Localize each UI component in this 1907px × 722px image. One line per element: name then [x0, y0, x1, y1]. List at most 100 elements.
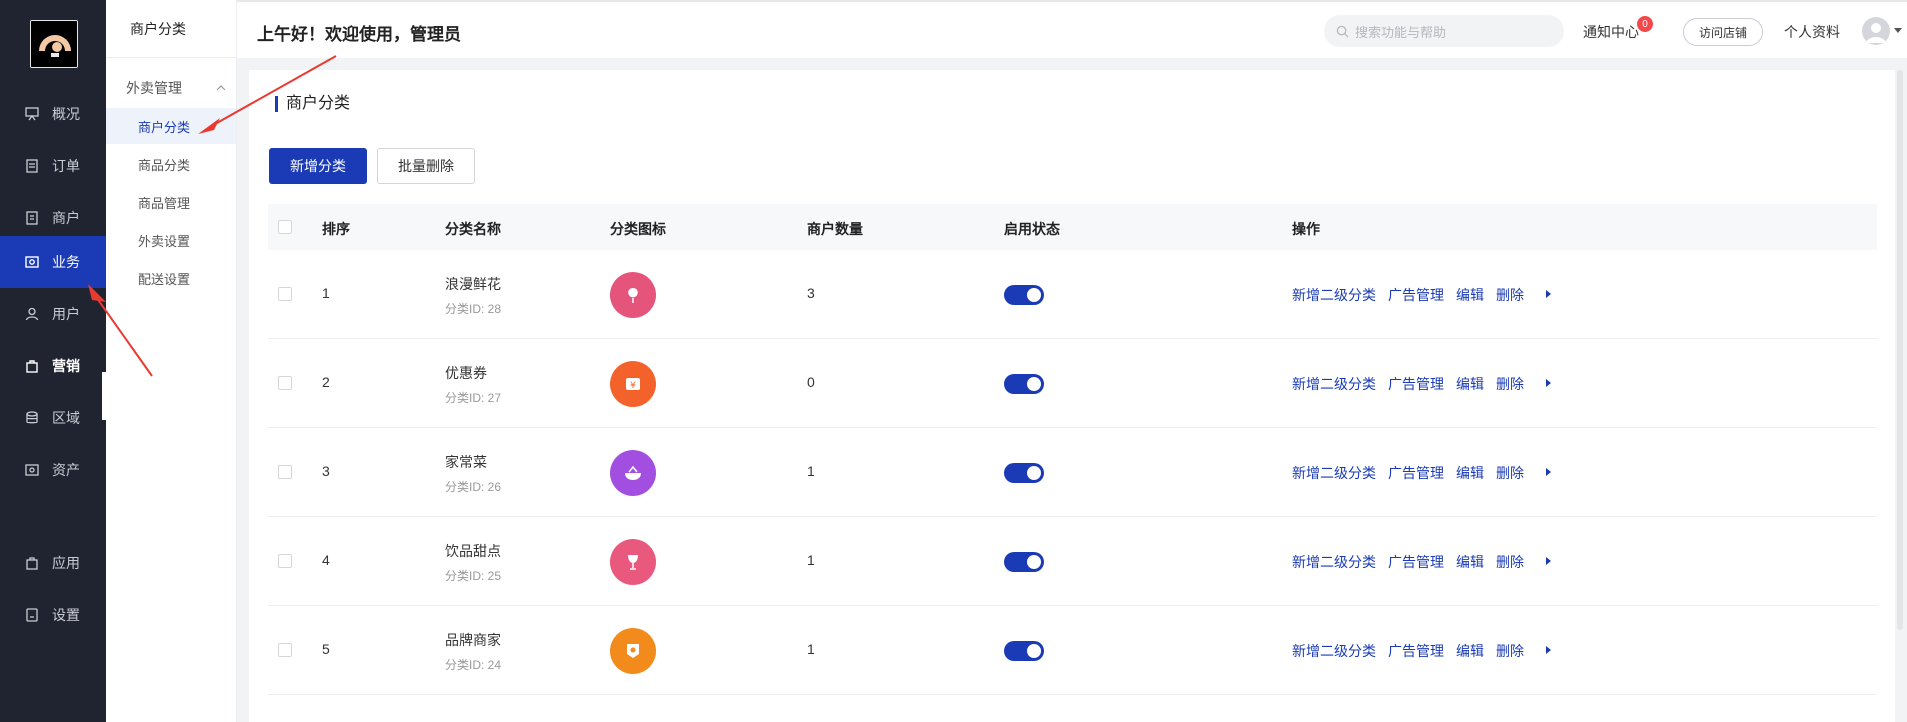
expand-arrow-icon[interactable] [1546, 290, 1551, 298]
document-icon [24, 158, 40, 174]
add-subcategory-link[interactable]: 新增二级分类 [1292, 374, 1376, 394]
delete-link[interactable]: 删除 [1496, 641, 1524, 661]
row-actions: 新增二级分类 广告管理 编辑 删除 [1292, 641, 1536, 661]
add-subcategory-link[interactable]: 新增二级分类 [1292, 552, 1376, 572]
nav-item-3[interactable]: 业务 [0, 236, 106, 288]
nav-item-9[interactable]: 设置 [0, 589, 106, 641]
ad-management-link[interactable]: 广告管理 [1388, 374, 1444, 394]
page-scrollbar[interactable] [1897, 70, 1903, 630]
expand-arrow-icon[interactable] [1546, 379, 1551, 387]
ad-management-link[interactable]: 广告管理 [1388, 285, 1444, 305]
ad-management-link[interactable]: 广告管理 [1388, 641, 1444, 661]
subnav-group-takeout[interactable]: 外卖管理 [126, 78, 226, 98]
edit-link[interactable]: 编辑 [1456, 463, 1484, 483]
nav-item-7[interactable]: 资产 [0, 444, 106, 496]
merchant-count-cell: 0 [807, 374, 815, 390]
subnav-item-2[interactable]: 商品管理 [106, 184, 236, 220]
subnav-item-1[interactable]: 商品分类 [106, 146, 236, 182]
secondary-sidebar: 商户分类 外卖管理 商户分类 商品分类 商品管理 外卖设置 配送设置 [106, 0, 237, 722]
delete-link[interactable]: 删除 [1496, 552, 1524, 572]
table-row: 3 家常菜 分类ID: 26 1 新增二级分类 广告管理 编辑 删除 [268, 428, 1877, 517]
status-toggle[interactable] [1004, 374, 1044, 394]
nav-item-6[interactable]: 区域 [0, 392, 106, 444]
category-id: 分类ID: 27 [445, 391, 502, 405]
delete-link[interactable]: 删除 [1496, 463, 1524, 483]
row-checkbox[interactable] [278, 554, 292, 568]
row-checkbox[interactable] [278, 465, 292, 479]
nav-item-4[interactable]: 用户 [0, 288, 106, 340]
search-placeholder: 搜索功能与帮助 [1355, 24, 1447, 40]
edit-link[interactable]: 编辑 [1456, 552, 1484, 572]
nav-item-8[interactable]: 应用 [0, 537, 106, 589]
category-name: 品牌商家 [445, 632, 501, 648]
ad-management-link[interactable]: 广告管理 [1388, 552, 1444, 572]
row-checkbox[interactable] [278, 287, 292, 301]
edit-link[interactable]: 编辑 [1456, 641, 1484, 661]
ad-management-link[interactable]: 广告管理 [1388, 463, 1444, 483]
status-toggle[interactable] [1004, 285, 1044, 305]
category-name: 浪漫鲜花 [445, 276, 501, 292]
subnav-item-3[interactable]: 外卖设置 [106, 222, 236, 258]
merchant-count-cell: 3 [807, 285, 815, 301]
table-row: 4 饮品甜点 分类ID: 25 1 新增二级分类 广告管理 编辑 删除 [268, 517, 1877, 606]
category-id: 分类ID: 28 [445, 302, 502, 316]
expand-arrow-icon[interactable] [1546, 646, 1551, 654]
status-toggle[interactable] [1004, 463, 1044, 483]
subnav-item-0[interactable]: 商户分类 [106, 108, 236, 144]
category-name: 优惠券 [445, 365, 487, 381]
row-checkbox[interactable] [278, 643, 292, 657]
nav-item-0[interactable]: 概况 [0, 88, 106, 140]
nav-item-label: 订单 [52, 158, 80, 174]
delete-link[interactable]: 删除 [1496, 285, 1524, 305]
expand-arrow-icon[interactable] [1546, 468, 1551, 476]
bowl-icon [610, 450, 656, 496]
table-row: 2 优惠券 分类ID: 27 ¥0 新增二级分类 广告管理 编辑 删除 [268, 339, 1877, 428]
merchant-count-cell: 1 [807, 641, 815, 657]
nav-item-label: 资产 [52, 462, 80, 478]
top-header: 上午好！欢迎使用，管理员 搜索功能与帮助 通知中心 0 访问店铺 个人资料 [237, 0, 1907, 58]
column-header-status: 启用状态 [1004, 221, 1060, 237]
search-input[interactable]: 搜索功能与帮助 [1324, 15, 1564, 47]
nav-item-1[interactable]: 订单 [0, 140, 106, 192]
database-icon [24, 410, 40, 426]
batch-delete-button[interactable]: 批量删除 [377, 148, 475, 184]
table-header: 排序 分类名称 分类图标 商户数量 启用状态 操作 [268, 204, 1877, 250]
table-row: 5 品牌商家 分类ID: 24 1 新增二级分类 广告管理 编辑 删除 [268, 606, 1877, 695]
presentation-board-icon [24, 106, 40, 122]
nav-item-5[interactable]: 营销 [0, 340, 106, 392]
add-subcategory-link[interactable]: 新增二级分类 [1292, 463, 1376, 483]
status-toggle[interactable] [1004, 641, 1044, 661]
delete-link[interactable]: 删除 [1496, 374, 1524, 394]
expand-arrow-icon[interactable] [1546, 557, 1551, 565]
avatar[interactable] [1862, 17, 1890, 45]
row-checkbox[interactable] [278, 376, 292, 390]
chevron-down-icon[interactable] [1894, 28, 1902, 33]
user-icon [24, 306, 40, 322]
svg-text:¥: ¥ [630, 381, 636, 391]
badge-icon [610, 628, 656, 674]
sort-cell: 4 [322, 552, 330, 568]
add-category-button[interactable]: 新增分类 [269, 148, 367, 184]
nav-item-label: 商户 [52, 210, 80, 226]
column-header-name: 分类名称 [445, 221, 501, 237]
nav-item-label: 用户 [52, 306, 80, 322]
add-subcategory-link[interactable]: 新增二级分类 [1292, 641, 1376, 661]
add-subcategory-link[interactable]: 新增二级分类 [1292, 285, 1376, 305]
select-all-checkbox[interactable] [278, 220, 292, 234]
profile-link[interactable]: 个人资料 [1784, 22, 1840, 42]
notification-center-link[interactable]: 通知中心 [1583, 22, 1639, 42]
subnav-item-4[interactable]: 配送设置 [106, 260, 236, 296]
visit-store-button[interactable]: 访问店铺 [1683, 18, 1763, 46]
edit-link[interactable]: 编辑 [1456, 285, 1484, 305]
notification-count-badge: 0 [1637, 16, 1653, 32]
status-toggle[interactable] [1004, 552, 1044, 572]
column-header-icon: 分类图标 [610, 221, 666, 237]
coupon-icon: ¥ [610, 361, 656, 407]
column-header-count: 商户数量 [807, 221, 863, 237]
nav-item-label: 概况 [52, 106, 80, 122]
app-logo[interactable] [30, 20, 78, 68]
greeting-text: 上午好！欢迎使用，管理员 [257, 25, 461, 44]
column-header-actions: 操作 [1292, 221, 1320, 237]
edit-link[interactable]: 编辑 [1456, 374, 1484, 394]
category-name-cell: 品牌商家 分类ID: 24 [445, 630, 501, 673]
